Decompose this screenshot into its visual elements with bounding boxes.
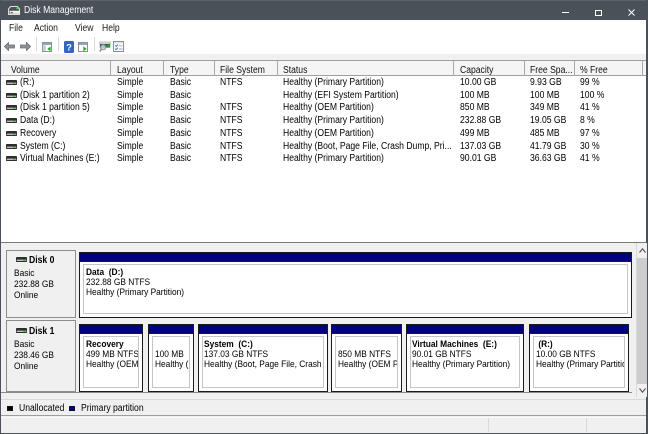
svg-text:?: ?: [66, 42, 72, 53]
